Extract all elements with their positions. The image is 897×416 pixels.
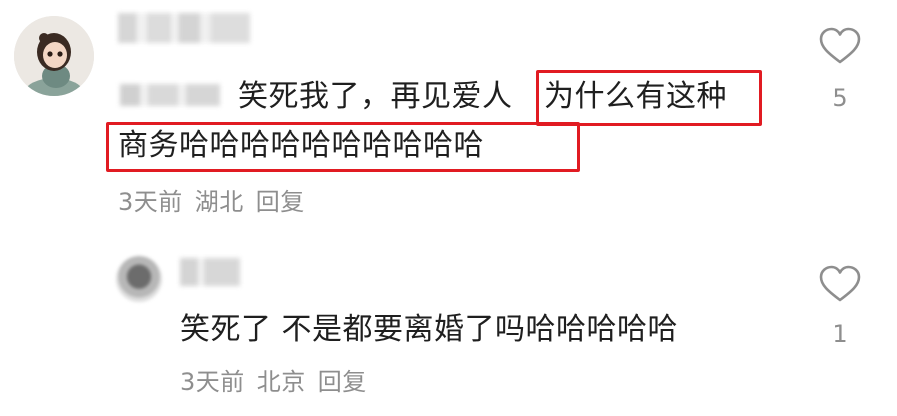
comment-time: 3天前: [118, 188, 183, 216]
like-count: 5: [832, 84, 848, 112]
avatar[interactable]: [14, 16, 94, 96]
mention-blurred[interactable]: [120, 84, 220, 106]
heart-outline-icon: [819, 27, 861, 64]
avatar-cartoon-girl-icon: [14, 16, 94, 96]
reply-text: 笑死了 不是都要离婚了吗哈哈哈哈哈: [180, 312, 679, 347]
like-button[interactable]: [818, 264, 862, 308]
comment-meta: 3天前 湖北 回复: [118, 182, 317, 217]
reply-time: 3天前: [180, 368, 245, 396]
reply-location: 北京: [256, 368, 306, 396]
like-button[interactable]: [818, 26, 862, 70]
comment-text-line1: 笑死我了，再见爱人: [238, 79, 513, 114]
username-blurred[interactable]: [118, 13, 250, 43]
heart-outline-icon: [819, 265, 861, 302]
reply-button[interactable]: 回复: [318, 368, 367, 396]
reply-button[interactable]: 回复: [256, 188, 305, 216]
like-count: 1: [832, 320, 848, 348]
username-blurred[interactable]: [180, 258, 240, 286]
comment-location: 湖北: [194, 188, 244, 216]
avatar[interactable]: [116, 256, 162, 302]
comment-text-highlight-1: 为什么有这种: [544, 79, 727, 114]
reply-meta: 3天前 北京 回复: [180, 362, 379, 397]
comment-text-highlight-2: 商务哈哈哈哈哈哈哈哈哈哈: [118, 128, 484, 163]
